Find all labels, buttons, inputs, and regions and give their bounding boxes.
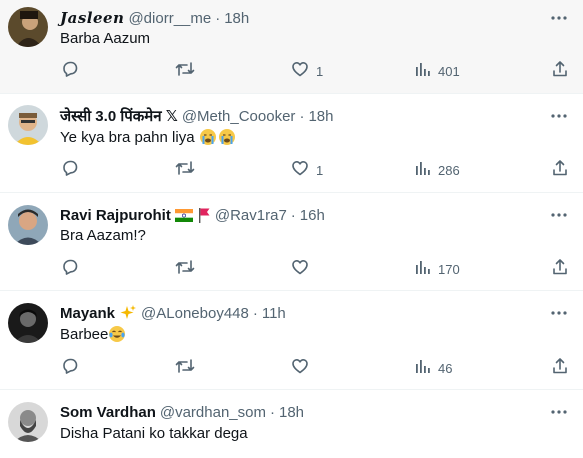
- reply-icon: [60, 59, 80, 84]
- more-options-icon[interactable]: [549, 8, 569, 28]
- user-handle[interactable]: @Rav1ra7: [215, 207, 287, 224]
- reply-feed: Jasleen @diorr__me · 18h Barba Aazum 1 4…: [0, 0, 583, 458]
- retweet-button[interactable]: [174, 59, 196, 83]
- reply-button[interactable]: [60, 257, 80, 281]
- share-button[interactable]: [550, 356, 570, 380]
- sparkles-icon: [119, 304, 137, 322]
- avatar[interactable]: [8, 402, 48, 442]
- views-button[interactable]: 401: [412, 59, 460, 83]
- heart-icon: [290, 158, 310, 183]
- tears-of-joy-emoji-icon: [108, 325, 126, 343]
- share-icon: [550, 59, 570, 84]
- tweet-2[interactable]: जेस्सी 3.0 पिंकमेन 𝕏 @Meth_Coooker · 18h…: [0, 94, 583, 193]
- share-button[interactable]: [550, 257, 570, 281]
- views-button[interactable]: 46: [412, 356, 452, 380]
- avatar[interactable]: [8, 205, 48, 245]
- user-handle[interactable]: @diorr__me: [128, 10, 211, 27]
- view-count: 401: [438, 63, 460, 79]
- user-handle[interactable]: @vardhan_som: [160, 404, 266, 421]
- like-button[interactable]: 1: [290, 59, 323, 83]
- bar-chart-icon: [412, 158, 432, 183]
- timestamp[interactable]: 16h: [300, 207, 325, 224]
- tweet-1[interactable]: Jasleen @diorr__me · 18h Barba Aazum 1 4…: [0, 0, 583, 94]
- display-name[interactable]: Ravi Rajpurohit: [60, 207, 171, 224]
- tweet-text: Barba Aazum: [60, 30, 151, 47]
- display-name[interactable]: Mayank: [60, 305, 115, 322]
- retweet-button[interactable]: [174, 257, 196, 281]
- timestamp[interactable]: 11h: [262, 305, 286, 322]
- separator-dot: ·: [299, 107, 305, 125]
- india-flag-icon: [174, 208, 193, 222]
- timestamp[interactable]: 18h: [224, 10, 249, 27]
- retweet-button[interactable]: [174, 158, 196, 182]
- heart-icon: [290, 356, 310, 381]
- reply-button[interactable]: [60, 356, 80, 380]
- heart-icon: [290, 59, 310, 84]
- tweet-text: Ye kya bra pahn liya: [60, 128, 195, 146]
- display-name[interactable]: Jasleen: [60, 9, 124, 27]
- like-button[interactable]: [290, 257, 310, 281]
- retweet-icon: [174, 158, 196, 183]
- bar-chart-icon: [412, 356, 432, 381]
- bar-chart-icon: [412, 257, 432, 282]
- reply-icon: [60, 158, 80, 183]
- separator-dot: ·: [215, 9, 221, 27]
- tweet-text: Disha Patani ko takkar dega: [60, 425, 248, 442]
- display-name[interactable]: Som Vardhan: [60, 404, 156, 421]
- user-handle[interactable]: @Meth_Coooker: [182, 108, 296, 125]
- separator-dot: ·: [252, 304, 258, 322]
- share-button[interactable]: [550, 59, 570, 83]
- retweet-icon: [174, 257, 196, 282]
- heart-icon: [290, 257, 310, 282]
- view-count: 286: [438, 162, 460, 178]
- red-flag-icon: [197, 207, 211, 223]
- share-icon: [550, 356, 570, 381]
- reply-icon: [60, 257, 80, 282]
- bar-chart-icon: [412, 59, 432, 84]
- tweet-text: Bra Aazam!?: [60, 227, 146, 244]
- tweet-text: Barbee: [60, 325, 109, 343]
- reply-button[interactable]: [60, 158, 80, 182]
- timestamp[interactable]: 18h: [279, 404, 304, 421]
- display-name[interactable]: जेस्सी 3.0 पिंकमेन 𝕏: [60, 106, 178, 126]
- share-button[interactable]: [550, 158, 570, 182]
- views-button[interactable]: 170: [412, 257, 460, 281]
- separator-dot: ·: [290, 206, 296, 224]
- like-count: 1: [316, 162, 324, 178]
- retweet-icon: [174, 59, 196, 84]
- avatar[interactable]: [8, 7, 48, 47]
- more-options-icon[interactable]: [549, 106, 569, 126]
- view-count: 170: [438, 261, 460, 277]
- share-icon: [550, 158, 570, 183]
- avatar[interactable]: [8, 105, 48, 145]
- retweet-button[interactable]: [174, 356, 196, 380]
- crying-face-emoji-icon: [218, 128, 236, 146]
- reply-icon: [60, 356, 80, 381]
- separator-dot: ·: [269, 403, 275, 421]
- more-options-icon[interactable]: [549, 402, 569, 422]
- view-count: 46: [438, 360, 453, 376]
- tweet-5[interactable]: Som Vardhan @vardhan_som · 18h Disha Pat…: [0, 390, 583, 458]
- reply-button[interactable]: [60, 59, 80, 83]
- views-button[interactable]: 286: [412, 158, 460, 182]
- timestamp[interactable]: 18h: [308, 108, 333, 125]
- user-handle[interactable]: @ALoneboy448: [141, 305, 249, 322]
- more-options-icon[interactable]: [549, 303, 569, 323]
- tweet-4[interactable]: Mayank @ALoneboy448 · 11h Barbee 46: [0, 291, 583, 390]
- like-button[interactable]: [290, 356, 310, 380]
- crying-face-emoji-icon: [199, 128, 217, 146]
- more-options-icon[interactable]: [549, 205, 569, 225]
- like-count: 1: [316, 63, 324, 79]
- tweet-3[interactable]: Ravi Rajpurohit @Rav1ra7 · 16h Bra Aazam…: [0, 193, 583, 291]
- like-button[interactable]: 1: [290, 158, 323, 182]
- avatar[interactable]: [8, 303, 48, 343]
- share-icon: [550, 257, 570, 282]
- retweet-icon: [174, 356, 196, 381]
